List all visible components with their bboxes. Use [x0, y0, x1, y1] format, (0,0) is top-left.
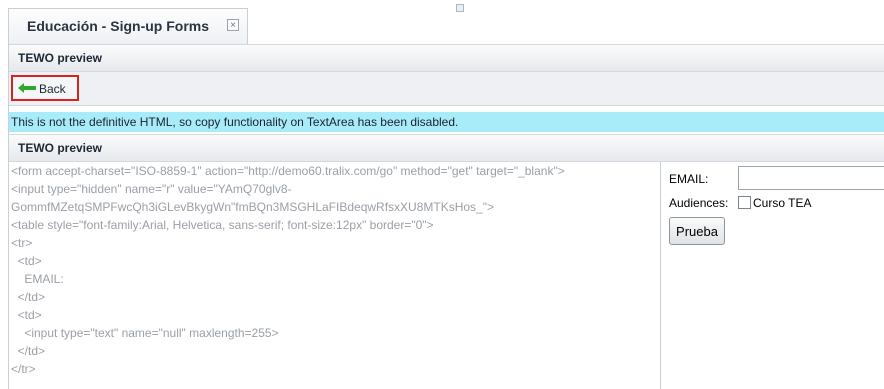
code-line: </td> [11, 290, 46, 304]
form-preview: EMAIL: Audiences: Curso TEA Prueba [661, 162, 884, 389]
code-line: <input type="text" name="null" maxlength… [11, 326, 279, 340]
code-line: <td> [11, 308, 42, 322]
email-label: EMAIL: [669, 172, 709, 186]
tab-strip-marker [456, 4, 464, 12]
code-line: EMAIL: [11, 272, 64, 286]
back-arrow-icon [18, 83, 36, 93]
notice-banner: This is not the definitive HTML, so copy… [9, 112, 884, 132]
code-line: <tr> [11, 236, 33, 250]
code-line: </td> [11, 344, 46, 358]
tab-bar: Educación - Sign-up Forms × [0, 0, 884, 44]
back-button[interactable]: Back [11, 75, 79, 101]
content-area: TEWO preview Back This is not the defini… [8, 44, 884, 389]
code-line: </tr> [11, 362, 36, 376]
back-label: Back [39, 82, 66, 96]
audience-option-label: Curso TEA [753, 196, 812, 210]
code-line: <form accept-charset="ISO-8859-1" action… [11, 164, 565, 178]
audiences-label: Audiences: [669, 196, 729, 210]
code-line: <td> [11, 254, 42, 268]
panel-header-tewo-preview-2: TEWO preview [9, 134, 884, 162]
tab-educacion-signup-forms[interactable]: Educación - Sign-up Forms × [8, 8, 248, 44]
close-icon[interactable]: × [227, 19, 239, 31]
code-line: <table style="font-family:Arial, Helveti… [11, 218, 434, 232]
toolbar: Back [9, 72, 884, 106]
audience-checkbox[interactable] [738, 196, 751, 209]
code-line: GommfMZetqSMPFwcQh3iGLevBkygWn"fmBQn3MSG… [11, 200, 494, 214]
notice-text: This is not the definitive HTML, so copy… [11, 115, 459, 129]
panel-header-tewo-preview: TEWO preview [9, 44, 884, 72]
submit-button[interactable]: Prueba [669, 217, 725, 245]
tab-title: Educación - Sign-up Forms [27, 18, 210, 34]
panel-header-title: TEWO preview [18, 51, 103, 65]
code-line: <input type="hidden" name="r" value="YAm… [11, 182, 292, 196]
email-field[interactable] [738, 166, 884, 190]
html-code-textarea[interactable]: <form accept-charset="ISO-8859-1" action… [9, 162, 661, 389]
panel-header-title-2: TEWO preview [18, 141, 103, 155]
